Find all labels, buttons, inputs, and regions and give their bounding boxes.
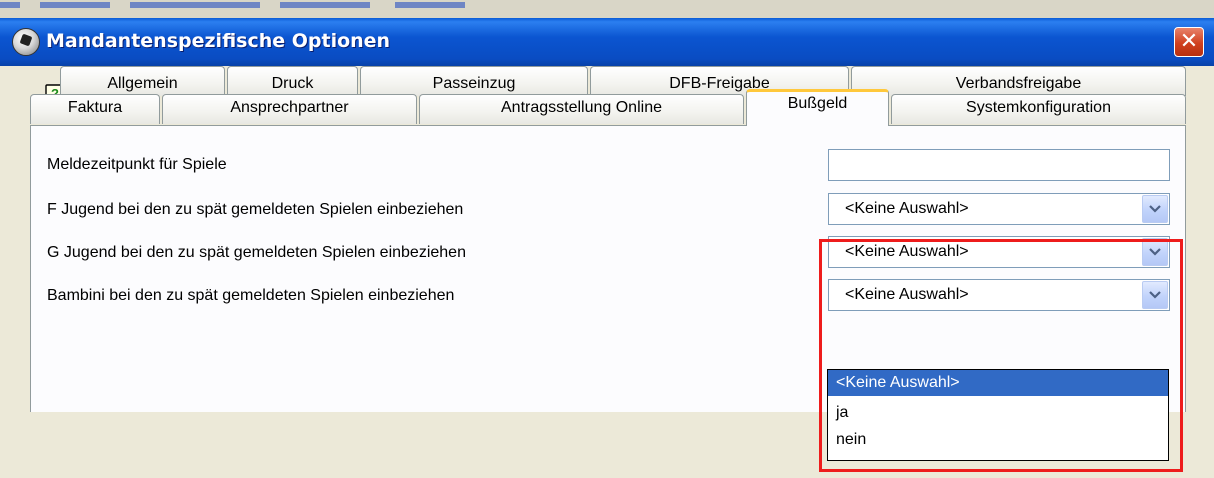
app-ball-icon xyxy=(12,28,40,56)
meldezeitpunkt-input[interactable] xyxy=(828,149,1170,181)
tab-antragsstellung-online[interactable]: Antragsstellung Online xyxy=(419,94,744,124)
tab-druck[interactable]: Druck xyxy=(227,66,358,96)
tab-ansprechpartner[interactable]: Ansprechpartner xyxy=(162,94,417,124)
label-g-jugend: G Jugend bei den zu spät gemeldeten Spie… xyxy=(47,244,466,261)
bambini-select[interactable]: <Keine Auswahl> xyxy=(828,279,1170,311)
title-bar: Mandantenspezifische Optionen ✕ xyxy=(0,18,1214,66)
tab-passeinzug[interactable]: Passeinzug xyxy=(360,66,588,96)
bambini-select-value: <Keine Auswahl> xyxy=(845,286,969,303)
dropdown-option-nein[interactable]: nein xyxy=(828,427,1168,453)
background-toolbar-strip xyxy=(0,0,1214,18)
dropdown-option-ja[interactable]: ja xyxy=(828,400,1168,426)
bambini-dropdown-list: <Keine Auswahl> ja nein xyxy=(827,369,1169,461)
g-jugend-select-value: <Keine Auswahl> xyxy=(845,243,969,260)
tab-bussgeld[interactable]: Bußgeld xyxy=(746,89,889,126)
chevron-down-icon[interactable] xyxy=(1142,281,1168,309)
label-meldezeitpunkt: Meldezeitpunkt für Spiele xyxy=(47,156,227,173)
tab-verbandsfreigabe[interactable]: Verbandsfreigabe xyxy=(851,66,1186,96)
window-title: Mandantenspezifische Optionen xyxy=(46,30,391,52)
label-bambini: Bambini bei den zu spät gemeldeten Spiel… xyxy=(47,287,455,304)
tab-systemkonfiguration[interactable]: Systemkonfiguration xyxy=(891,94,1186,124)
tab-faktura[interactable]: Faktura xyxy=(30,94,160,124)
g-jugend-select[interactable]: <Keine Auswahl> xyxy=(828,236,1170,268)
tab-allgemein[interactable]: Allgemein xyxy=(60,66,225,96)
f-jugend-select-value: <Keine Auswahl> xyxy=(845,200,969,217)
f-jugend-select[interactable]: <Keine Auswahl> xyxy=(828,193,1170,225)
dropdown-option-keine-auswahl[interactable]: <Keine Auswahl> xyxy=(828,370,1168,396)
label-f-jugend: F Jugend bei den zu spät gemeldeten Spie… xyxy=(47,201,464,218)
chevron-down-icon[interactable] xyxy=(1142,195,1168,223)
chevron-down-icon[interactable] xyxy=(1142,238,1168,266)
close-button[interactable]: ✕ xyxy=(1174,27,1204,57)
